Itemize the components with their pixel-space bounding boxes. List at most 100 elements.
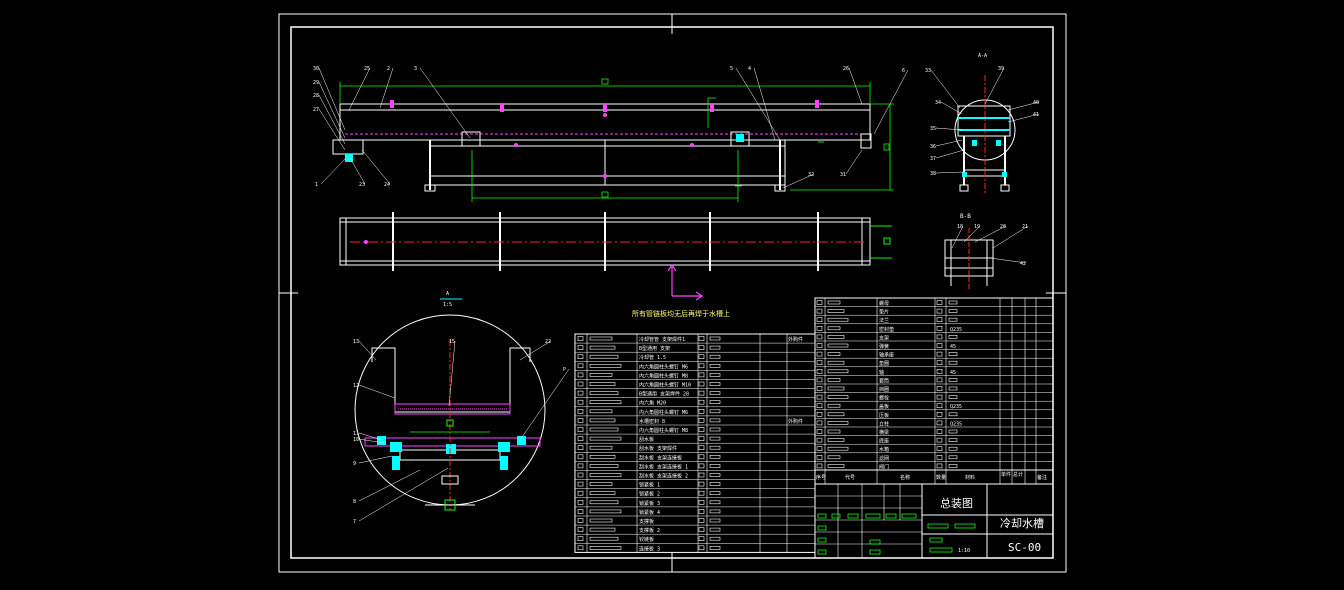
bom-left-name: 铰链板 bbox=[639, 536, 654, 543]
bom-left-seq-box bbox=[577, 381, 584, 387]
cad-drawing-canvas: A-A B-B A 1:5 所有管链板均无后再焊于水槽上 冷却管管 支架焊件1 … bbox=[0, 0, 1344, 586]
callout-side-label: 41 bbox=[1033, 112, 1039, 118]
bom-left-seq-box bbox=[577, 454, 584, 460]
bom-left-name: 刮水板 支架焊件 bbox=[639, 445, 677, 452]
bom-header-material: 材料 bbox=[965, 474, 975, 481]
callout-side-label: 35 bbox=[930, 126, 936, 132]
callout-side-leader bbox=[935, 149, 965, 159]
callout-main-label: 25 bbox=[364, 66, 370, 72]
callout-b-label: 19 bbox=[974, 224, 980, 230]
bom-right-name: 盖板 bbox=[879, 403, 889, 410]
bom-right-name: 横梁 bbox=[879, 429, 889, 436]
bom-left-code-box bbox=[589, 473, 622, 477]
bom-left-code-box bbox=[589, 436, 622, 441]
bom-left-code-box bbox=[589, 509, 622, 514]
bom-left-name: 内六角圆柱头螺钉 M10 bbox=[639, 382, 691, 389]
bom-left-mat-box bbox=[709, 536, 721, 541]
bom-left-code-box bbox=[589, 336, 613, 341]
bom-right-code-box bbox=[827, 446, 849, 451]
callout-main-label: 26 bbox=[843, 66, 849, 72]
section-b-label: B-B bbox=[960, 213, 971, 220]
bom-left-name: 刮水板 支架连接板 2 bbox=[639, 473, 688, 480]
bom-right-mat-box bbox=[948, 386, 958, 391]
section-a-label: A-A bbox=[978, 53, 987, 59]
bom-left-seq-box bbox=[577, 418, 584, 423]
bom-left-mat-box bbox=[709, 391, 721, 395]
bom-left-qty-box bbox=[698, 463, 705, 469]
bom-left-seq-box bbox=[577, 363, 584, 369]
bom-right-seq-box bbox=[816, 437, 823, 443]
bom-left-mat-box bbox=[709, 500, 721, 505]
bom-left-qty-box bbox=[698, 390, 705, 396]
bom-left-qty-box bbox=[698, 354, 705, 360]
bom-left-qty-box bbox=[698, 445, 705, 451]
bom-right-qty-box bbox=[936, 377, 943, 383]
callout-main-label: 32 bbox=[808, 172, 814, 178]
bom-right-mat-box bbox=[948, 335, 958, 339]
bom-right-qty-box bbox=[936, 403, 943, 409]
bom-left-code-box bbox=[589, 418, 616, 423]
bom-left-name: 冷却管 1.5 bbox=[639, 354, 666, 361]
bom-left-qty-box bbox=[698, 545, 705, 551]
bom-left-code-box bbox=[589, 400, 622, 405]
bom-right-name: 压板 bbox=[879, 412, 889, 419]
bom-right-name: 螺母 bbox=[879, 300, 889, 307]
bom-right-mat-box bbox=[948, 464, 958, 468]
callout-main-label: 28 bbox=[313, 93, 319, 99]
bom-left-seq-box bbox=[577, 527, 584, 532]
bom-right-mat-box bbox=[948, 360, 958, 365]
bom-left-mat-box bbox=[709, 473, 721, 477]
bom-right-code-box bbox=[827, 343, 849, 348]
callout-b-label: 42 bbox=[1020, 261, 1026, 267]
bom-right-code-box bbox=[827, 378, 841, 382]
bom-right-code-box bbox=[827, 412, 845, 417]
bom-right-seq-box bbox=[816, 429, 823, 434]
callout-detail-leader bbox=[358, 455, 393, 464]
callout-main-label: 24 bbox=[384, 182, 390, 188]
bom-right-name: 法兰 bbox=[879, 317, 889, 324]
bom-left-seq-box bbox=[577, 390, 584, 396]
bom-right-qty-box bbox=[936, 368, 943, 374]
bom-left-code-box bbox=[589, 527, 616, 532]
bom-right-qty-box bbox=[936, 463, 943, 469]
bom-left-name: 刮水板 bbox=[639, 436, 654, 443]
callout-detail-leader bbox=[358, 340, 377, 361]
bom-right-mat-box bbox=[948, 412, 958, 417]
callout-side-label: 40 bbox=[1033, 100, 1039, 106]
bom-left-seq-box bbox=[577, 463, 584, 469]
bom-left-name: 锁紧板 1 bbox=[639, 482, 660, 489]
callout-main-label: 2 bbox=[387, 66, 390, 72]
bom-left-seq-box bbox=[577, 372, 584, 378]
bom-left-qty-box bbox=[698, 427, 705, 432]
callout-main-label: 6 bbox=[902, 68, 905, 74]
bom-left-qty-box bbox=[698, 336, 705, 341]
bom-left-code-box bbox=[589, 518, 613, 523]
bom-right-name: 弹簧 bbox=[879, 343, 889, 350]
side-view: A-A bbox=[954, 53, 1016, 195]
bom-right-mat-box bbox=[948, 300, 958, 305]
callout-side-label: 37 bbox=[930, 156, 936, 162]
bom-left-code-box bbox=[589, 373, 613, 377]
bom-right-mat-box bbox=[948, 352, 958, 356]
bom-right-qty-box bbox=[936, 325, 943, 331]
bom-right-qty-box bbox=[936, 300, 943, 305]
bom-right-name: 底座 bbox=[879, 438, 889, 445]
bom-left-name: B型通用 支架 bbox=[639, 345, 670, 352]
bom-right-code-box bbox=[827, 309, 845, 313]
bom-left-mat-box bbox=[709, 418, 721, 423]
bom-left-mat-box bbox=[709, 545, 721, 550]
bom-right-seq-box bbox=[816, 411, 823, 417]
bom-right-code-box bbox=[827, 429, 841, 434]
callout-main-label: 30 bbox=[313, 66, 319, 72]
bom-left-seq-box bbox=[577, 481, 584, 487]
bom-header-weight-total: 总计 bbox=[1013, 471, 1023, 478]
bom-right-qty-box bbox=[936, 351, 943, 357]
bom-left-qty-box bbox=[698, 536, 705, 542]
bom-left-qty-box bbox=[698, 345, 705, 350]
bom-right-mat-box bbox=[948, 429, 958, 434]
bom-left-code-box bbox=[589, 382, 616, 386]
bom-left-name: 锁紧板 4 bbox=[639, 509, 660, 516]
callout-main-label: 23 bbox=[359, 182, 365, 188]
callout-main-label: 3 bbox=[414, 66, 417, 72]
bom-left-name: 内六角圆柱头螺钉 M8 bbox=[639, 427, 688, 434]
